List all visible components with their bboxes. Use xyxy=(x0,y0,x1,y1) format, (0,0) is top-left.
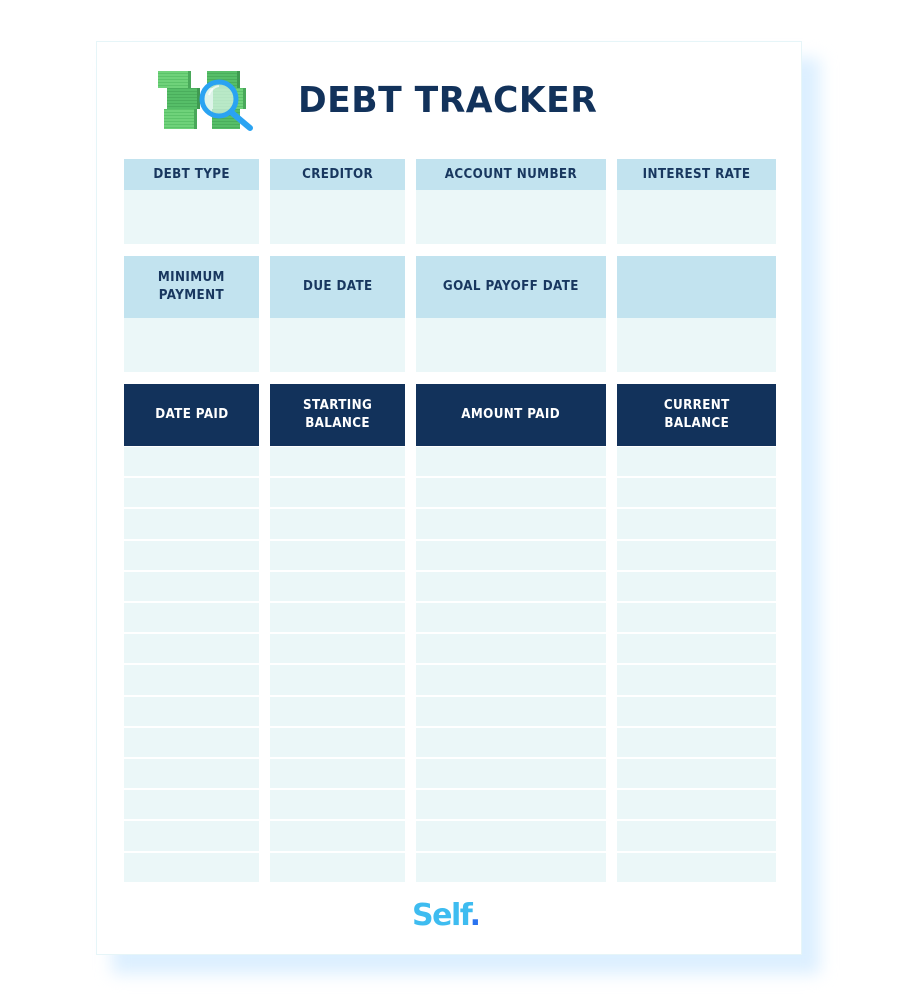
header-current-balance: CURRENT BALANCE xyxy=(617,384,776,446)
header-amount-paid: AMOUNT PAID xyxy=(416,384,606,446)
starting-balance-cell[interactable] xyxy=(270,540,405,570)
brand-dot: . xyxy=(469,898,481,933)
current-balance-cell[interactable] xyxy=(617,821,776,851)
self-brand-logo: Self. xyxy=(412,898,481,934)
amount-paid-cell[interactable] xyxy=(416,696,606,726)
header-minimum-payment: MINIMUM PAYMENT xyxy=(124,256,259,318)
date-paid-cell[interactable] xyxy=(124,759,259,789)
header-label: DATE PAID xyxy=(154,407,229,422)
header-label: AMOUNT PAID xyxy=(461,407,561,422)
header-blank xyxy=(617,256,776,318)
amount-paid-cell[interactable] xyxy=(416,571,606,601)
header-label: DEBT TYPE xyxy=(153,166,230,182)
date-paid-cell[interactable] xyxy=(124,665,259,695)
amount-paid-cell[interactable] xyxy=(416,821,606,851)
amount-paid-cell[interactable] xyxy=(416,852,606,882)
starting-balance-cell[interactable] xyxy=(270,727,405,757)
header-label: ACCOUNT NUMBER xyxy=(444,166,578,182)
header-label: CURRENT BALANCE xyxy=(663,398,730,431)
date-paid-cell[interactable] xyxy=(124,852,259,882)
current-balance-cell[interactable] xyxy=(617,478,776,508)
current-balance-cell[interactable] xyxy=(617,696,776,726)
starting-balance-cell[interactable] xyxy=(270,852,405,882)
date-paid-cell[interactable] xyxy=(124,634,259,664)
current-balance-cell[interactable] xyxy=(617,540,776,570)
amount-paid-cell[interactable] xyxy=(416,634,606,664)
current-balance-cell[interactable] xyxy=(617,634,776,664)
starting-balance-cell[interactable] xyxy=(270,665,405,695)
goal-payoff-date-field[interactable] xyxy=(416,318,606,372)
current-balance-cell[interactable] xyxy=(617,571,776,601)
amount-paid-cell[interactable] xyxy=(416,727,606,757)
header-debt-type: DEBT TYPE xyxy=(124,159,259,190)
header-label: STARTING BALANCE xyxy=(302,398,373,431)
account-number-field[interactable] xyxy=(416,190,606,244)
debt-type-field[interactable] xyxy=(124,190,259,244)
date-paid-cell[interactable] xyxy=(124,821,259,851)
page-title: DEBT TRACKER xyxy=(298,80,598,121)
amount-paid-cell[interactable] xyxy=(416,790,606,820)
amount-paid-cell[interactable] xyxy=(416,540,606,570)
header-starting-balance: STARTING BALANCE xyxy=(270,384,405,446)
date-paid-cell[interactable] xyxy=(124,571,259,601)
current-balance-cell[interactable] xyxy=(617,447,776,477)
header-label: CREDITOR xyxy=(301,166,374,182)
starting-balance-cell[interactable] xyxy=(270,821,405,851)
header-goal-payoff-date: GOAL PAYOFF DATE xyxy=(416,256,606,318)
starting-balance-cell[interactable] xyxy=(270,696,405,726)
money-magnifier-icon xyxy=(158,71,253,131)
starting-balance-cell[interactable] xyxy=(270,509,405,539)
date-paid-cell[interactable] xyxy=(124,478,259,508)
header-creditor: CREDITOR xyxy=(270,159,405,190)
date-paid-cell[interactable] xyxy=(124,447,259,477)
date-paid-cell[interactable] xyxy=(124,540,259,570)
header-label: INTEREST RATE xyxy=(642,166,751,182)
current-balance-cell[interactable] xyxy=(617,852,776,882)
current-balance-cell[interactable] xyxy=(617,509,776,539)
starting-balance-cell[interactable] xyxy=(270,634,405,664)
amount-paid-cell[interactable] xyxy=(416,603,606,633)
amount-paid-cell[interactable] xyxy=(416,665,606,695)
header-date-paid: DATE PAID xyxy=(124,384,259,446)
header-interest-rate: INTEREST RATE xyxy=(617,159,776,190)
interest-rate-field[interactable] xyxy=(617,190,776,244)
amount-paid-cell[interactable] xyxy=(416,509,606,539)
current-balance-cell[interactable] xyxy=(617,665,776,695)
amount-paid-cell[interactable] xyxy=(416,759,606,789)
current-balance-cell[interactable] xyxy=(617,603,776,633)
header-account-number: ACCOUNT NUMBER xyxy=(416,159,606,190)
header-label: DUE DATE xyxy=(302,279,373,294)
date-paid-cell[interactable] xyxy=(124,727,259,757)
starting-balance-cell[interactable] xyxy=(270,478,405,508)
due-date-field[interactable] xyxy=(270,318,405,372)
starting-balance-cell[interactable] xyxy=(270,790,405,820)
amount-paid-cell[interactable] xyxy=(416,447,606,477)
current-balance-cell[interactable] xyxy=(617,790,776,820)
blank-field[interactable] xyxy=(617,318,776,372)
date-paid-cell[interactable] xyxy=(124,696,259,726)
header-due-date: DUE DATE xyxy=(270,256,405,318)
header-label: GOAL PAYOFF DATE xyxy=(443,279,579,294)
current-balance-cell[interactable] xyxy=(617,759,776,789)
starting-balance-cell[interactable] xyxy=(270,603,405,633)
date-paid-cell[interactable] xyxy=(124,603,259,633)
creditor-field[interactable] xyxy=(270,190,405,244)
date-paid-cell[interactable] xyxy=(124,509,259,539)
amount-paid-cell[interactable] xyxy=(416,478,606,508)
current-balance-cell[interactable] xyxy=(617,727,776,757)
starting-balance-cell[interactable] xyxy=(270,571,405,601)
minimum-payment-field[interactable] xyxy=(124,318,259,372)
header-label: MINIMUM PAYMENT xyxy=(158,270,225,303)
starting-balance-cell[interactable] xyxy=(270,447,405,477)
starting-balance-cell[interactable] xyxy=(270,759,405,789)
brand-name: Self xyxy=(412,898,471,933)
date-paid-cell[interactable] xyxy=(124,790,259,820)
